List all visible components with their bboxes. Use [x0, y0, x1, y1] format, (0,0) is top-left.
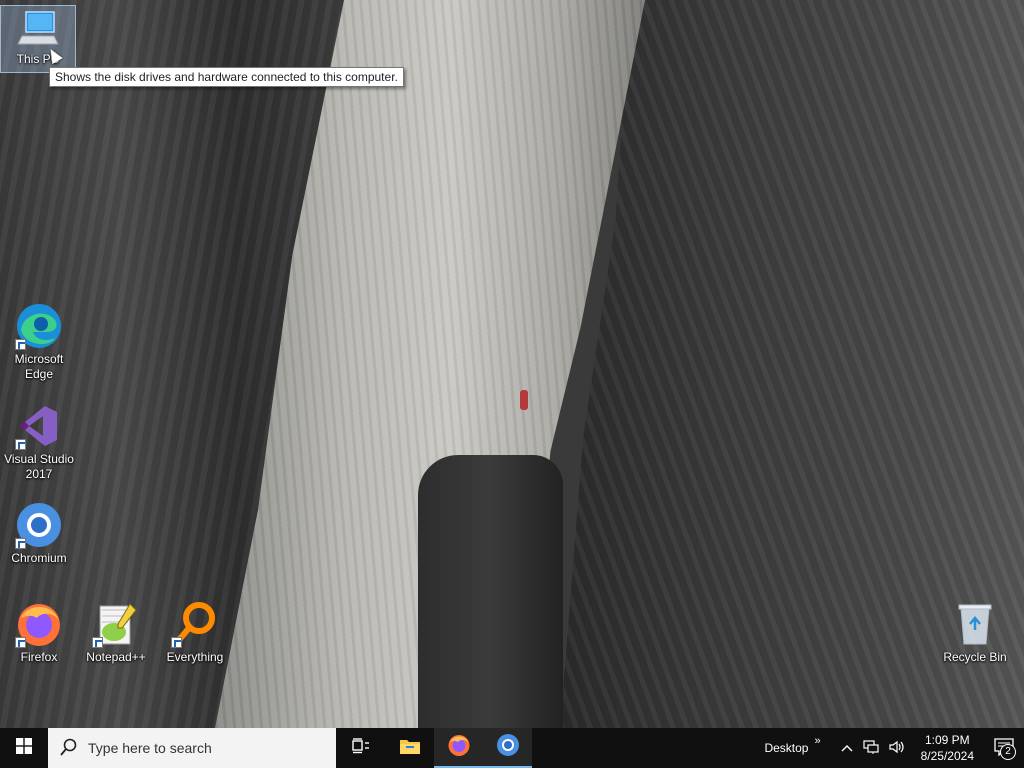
system-tray: Desktop » 1:09 PM 8/25/2024 2 [758, 728, 1024, 768]
desktop-icon-label: This PC [16, 52, 60, 66]
speaker-icon[interactable] [883, 740, 911, 757]
firefox-icon [447, 733, 471, 762]
desktop-icon-chromium[interactable]: Chromium [1, 501, 77, 566]
desktop-icon-label: Everything [166, 650, 224, 664]
firefox-icon [15, 600, 63, 648]
network-icon[interactable] [859, 739, 883, 757]
shortcut-arrow-icon [15, 538, 26, 549]
taskbar-clock[interactable]: 1:09 PM 8/25/2024 [911, 732, 984, 764]
desktop-icon-firefox[interactable]: Firefox [1, 600, 77, 665]
shortcut-arrow-icon [92, 637, 103, 648]
chromium-icon [496, 733, 520, 762]
tooltip: Shows the disk drives and hardware conne… [49, 67, 404, 87]
start-button[interactable] [0, 728, 48, 768]
taskbar: Type here to search Desktop » 1:09 PM 8/… [0, 728, 1024, 768]
desktop-icon-recycle-bin[interactable]: Recycle Bin [937, 600, 1013, 665]
visual-studio-icon [15, 402, 63, 450]
taskbar-chromium[interactable] [483, 728, 532, 768]
chevron-up-icon[interactable] [835, 741, 859, 755]
shortcut-arrow-icon [15, 637, 26, 648]
folder-icon [399, 737, 421, 760]
clock-time: 1:09 PM [924, 733, 970, 747]
desktop-toolbar-label[interactable]: Desktop [758, 741, 814, 755]
shortcut-arrow-icon [15, 339, 26, 350]
clock-date: 8/25/2024 [920, 749, 974, 763]
taskbar-firefox[interactable] [434, 728, 483, 768]
desktop-icon-everything[interactable]: Everything [157, 600, 233, 665]
search-placeholder: Type here to search [88, 740, 212, 756]
desktop-icon-this-pc[interactable]: This PC [0, 5, 76, 73]
desktop-icon-label: Microsoft Edge [14, 352, 64, 381]
taskbar-search-box[interactable]: Type here to search [48, 728, 336, 768]
shortcut-arrow-icon [171, 637, 182, 648]
desktop-icon-label: Chromium [11, 551, 67, 565]
desktop-icon-label: Notepad++ [86, 650, 146, 664]
desktop-icon-notepad-plus-plus[interactable]: Notepad++ [78, 600, 154, 665]
toolbar-expand-icon[interactable]: » [814, 735, 820, 747]
desktop-icon-label: Visual Studio 2017 [4, 452, 74, 481]
computer-icon [14, 6, 62, 50]
wallpaper-boulder [418, 455, 563, 728]
task-view-button[interactable] [336, 728, 385, 768]
taskbar-file-explorer[interactable] [385, 728, 434, 768]
search-icon [60, 738, 78, 759]
wallpaper-climber [520, 390, 528, 410]
windows-logo-icon [16, 737, 32, 759]
desktop-icon-label: Firefox [20, 650, 58, 664]
edge-icon [15, 302, 63, 350]
notepad-plus-plus-icon [92, 600, 140, 648]
desktop-icon-microsoft-edge[interactable]: Microsoft Edge [1, 302, 77, 382]
desktop-icon-label: Recycle Bin [943, 650, 1007, 664]
shortcut-arrow-icon [15, 439, 26, 450]
desktop-icon-visual-studio[interactable]: Visual Studio 2017 [1, 402, 77, 482]
notification-count-badge: 2 [1000, 744, 1016, 760]
task-view-icon [351, 737, 370, 759]
action-center-button[interactable]: 2 [984, 728, 1024, 768]
everything-search-icon [171, 600, 219, 648]
recycle-bin-icon [951, 600, 999, 648]
chromium-icon [15, 501, 63, 549]
